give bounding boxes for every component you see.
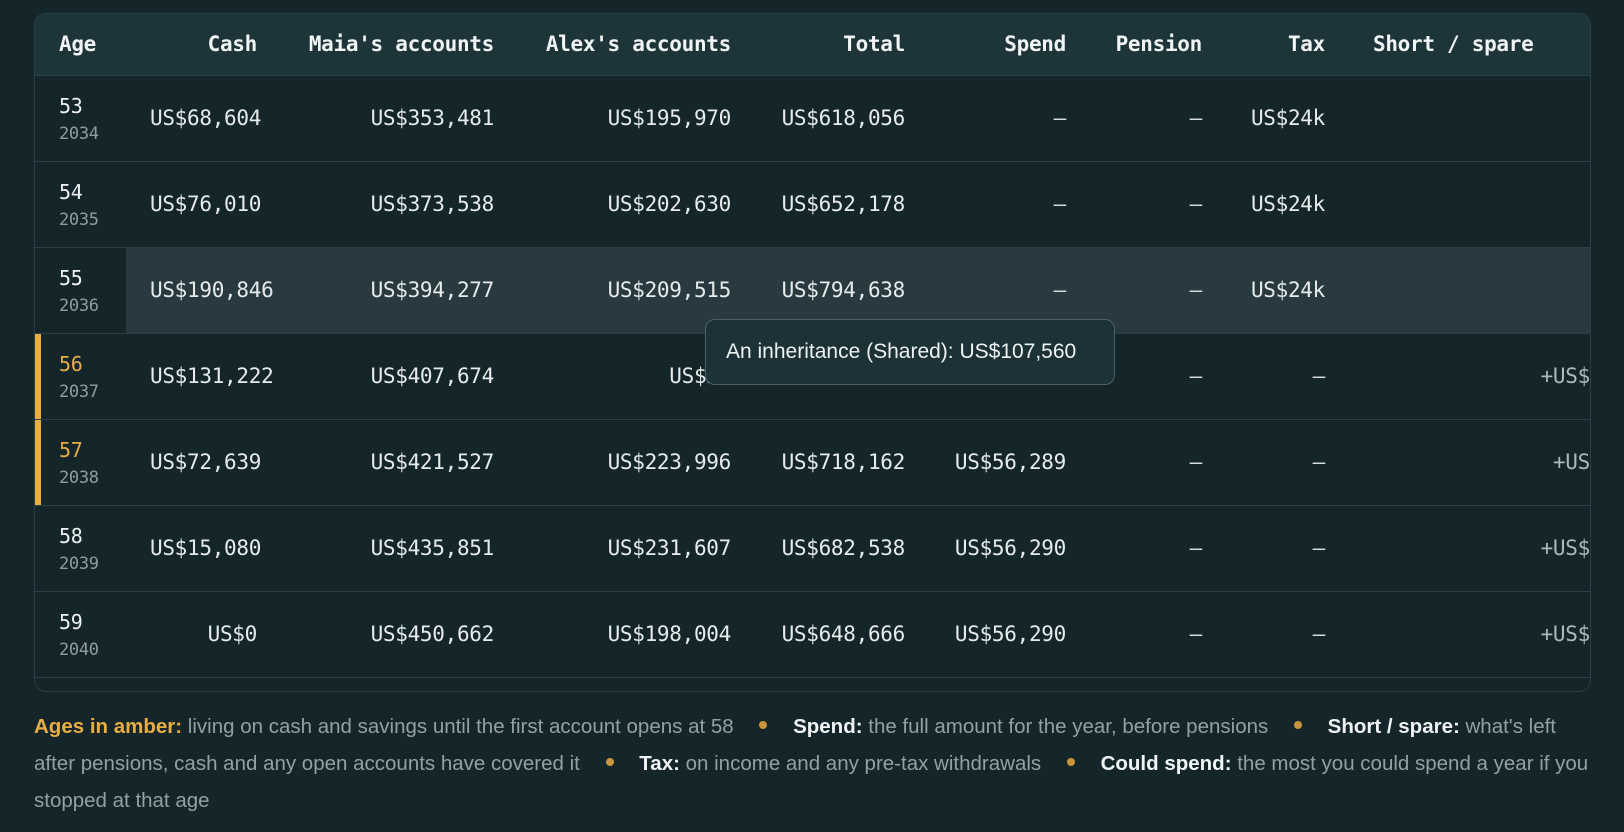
year-value: 2034 <box>59 124 99 144</box>
year-value: 2037 <box>59 382 99 402</box>
maia-accounts-cell: US$407,674 <box>370 364 495 388</box>
maia-accounts-cell: US$421,527 <box>370 450 495 474</box>
age-cell: 55 2036 <box>35 247 126 333</box>
pension-cell: — <box>1189 192 1203 216</box>
cash-cell: US$76,010 <box>150 192 262 216</box>
age-value: 58 <box>59 524 83 548</box>
cash-cell: US$131,222 <box>150 364 274 388</box>
table-row[interactable]: 53 2034 US$68,604 US$353,481 US$195,970 US$61… <box>35 75 1590 161</box>
table-legend: Ages in amber: living on cash and saving… <box>34 708 1594 819</box>
alex-accounts-cell: US$231,607 <box>607 536 732 560</box>
year-value: 2040 <box>59 640 99 660</box>
spend-cell: US$56,289 <box>954 450 1066 474</box>
year-value: 2038 <box>59 468 99 488</box>
age-cell: 53 2034 <box>35 75 126 161</box>
total-cell: US$618,056 <box>781 106 906 130</box>
pension-cell: — <box>1189 536 1203 560</box>
cash-cell: US$72,639 <box>150 450 262 474</box>
column-header-maia-accounts[interactable]: Maia's accounts <box>281 14 518 75</box>
legend-text-spend: the full amount for the year, before pen… <box>862 715 1269 738</box>
age-value: 53 <box>59 94 83 118</box>
age-value: 56 <box>59 352 83 376</box>
legend-separator-dot <box>605 757 614 766</box>
year-value: 2039 <box>59 554 99 574</box>
legend-text-ages-in-amber: living on cash and savings until the fir… <box>182 715 734 738</box>
tax-cell: US$24k <box>1250 106 1325 130</box>
legend-separator-dot <box>759 720 768 729</box>
cash-cell: US$0 <box>207 622 258 646</box>
cash-cell: US$68,604 <box>150 106 262 130</box>
tax-cell: — <box>1312 622 1326 646</box>
spend-cell: — <box>1053 192 1067 216</box>
maia-accounts-cell: US$450,662 <box>370 622 495 646</box>
age-cell: 54 2035 <box>35 161 126 247</box>
cash-cell: US$190,846 <box>126 247 281 333</box>
tax-cell: — <box>1312 450 1326 474</box>
maia-accounts-cell: US$373,538 <box>370 192 495 216</box>
legend-term-could-spend: Could spend: <box>1100 752 1232 775</box>
legend-separator-dot <box>1293 720 1302 729</box>
year-value: 2036 <box>59 296 99 316</box>
short-spare-cell <box>1349 75 1590 161</box>
column-header-cash[interactable]: Cash <box>126 14 281 75</box>
age-cell: 56 2037 <box>35 333 126 419</box>
alex-accounts-cell: US$202,630 <box>607 192 732 216</box>
tax-cell: — <box>1312 536 1326 560</box>
year-value: 2035 <box>59 210 99 230</box>
legend-term-tax: Tax: <box>639 752 680 775</box>
short-spare-cell: +US$73 <box>1552 450 1590 474</box>
inheritance-tooltip: An inheritance (Shared): US$107,560 <box>705 319 1115 385</box>
short-spare-cell <box>1349 161 1590 247</box>
table-row[interactable]: 57 2038 US$72,639 US$421,527 US$223,996 US$71… <box>35 419 1590 505</box>
maia-accounts-cell: US$435,851 <box>370 536 495 560</box>
tax-cell: US$24k <box>1226 247 1349 333</box>
total-cell: US$718,162 <box>781 450 906 474</box>
maia-accounts-cell: US$353,481 <box>370 106 495 130</box>
age-cell: 57 2038 <box>35 419 126 505</box>
tax-cell: — <box>1312 364 1326 388</box>
column-header-tax[interactable]: Tax <box>1226 14 1349 75</box>
short-spare-cell: +US$131 <box>1540 364 1590 388</box>
total-cell: US$652,178 <box>781 192 906 216</box>
age-cell: 58 2039 <box>35 505 126 591</box>
alex-accounts-cell: US$195,970 <box>607 106 732 130</box>
spend-cell: US$56,290 <box>954 536 1066 560</box>
cash-cell: US$15,080 <box>150 536 262 560</box>
legend-term-short-spare: Short / spare: <box>1327 715 1460 738</box>
legend-term-spend: Spend: <box>793 715 863 738</box>
total-cell: US$682,538 <box>781 536 906 560</box>
spend-cell: US$56,290 <box>954 622 1066 646</box>
table-row[interactable]: 59 2040 US$0 US$450,662 US$198,004 US$648,666… <box>35 591 1590 677</box>
maia-accounts-cell: US$394,277 <box>281 247 518 333</box>
total-cell: US$648,666 <box>781 622 906 646</box>
spend-cell: — <box>1053 106 1067 130</box>
age-value: 55 <box>59 266 83 290</box>
column-header-short-spare[interactable]: Short / spare <box>1349 14 1590 75</box>
pension-cell: — <box>1189 106 1203 130</box>
legend-separator-dot <box>1066 757 1075 766</box>
short-spare-cell <box>1349 247 1590 333</box>
column-header-spend[interactable]: Spend <box>929 14 1090 75</box>
age-value: 57 <box>59 438 83 462</box>
age-cell: 59 2040 <box>35 591 126 677</box>
legend-text-tax: on income and any pre-tax withdrawals <box>679 752 1042 775</box>
table-row[interactable]: 54 2035 US$76,010 US$373,538 US$202,630 US$65… <box>35 161 1590 247</box>
column-header-pension[interactable]: Pension <box>1090 14 1226 75</box>
legend-term-ages-in-amber: Ages in amber: <box>34 715 183 738</box>
alex-accounts-cell: US$198,004 <box>607 622 732 646</box>
short-spare-cell: +US$247 <box>1540 536 1590 560</box>
column-header-alex-accounts[interactable]: Alex's accounts <box>518 14 755 75</box>
table-row[interactable]: 58 2039 US$15,080 US$435,851 US$231,607 US$68… <box>35 505 1590 591</box>
age-value: 54 <box>59 180 83 204</box>
column-header-age[interactable]: Age <box>35 14 126 75</box>
alex-accounts-cell: US$223,996 <box>607 450 732 474</box>
pension-cell: — <box>1189 622 1203 646</box>
tax-cell: US$24k <box>1250 192 1325 216</box>
short-spare-cell: +US$198 <box>1540 622 1590 646</box>
column-header-total[interactable]: Total <box>755 14 929 75</box>
table-header-row: Age Cash Maia's accounts Alex's accounts… <box>35 14 1590 75</box>
age-value: 59 <box>59 610 83 634</box>
pension-cell: — <box>1189 450 1203 474</box>
